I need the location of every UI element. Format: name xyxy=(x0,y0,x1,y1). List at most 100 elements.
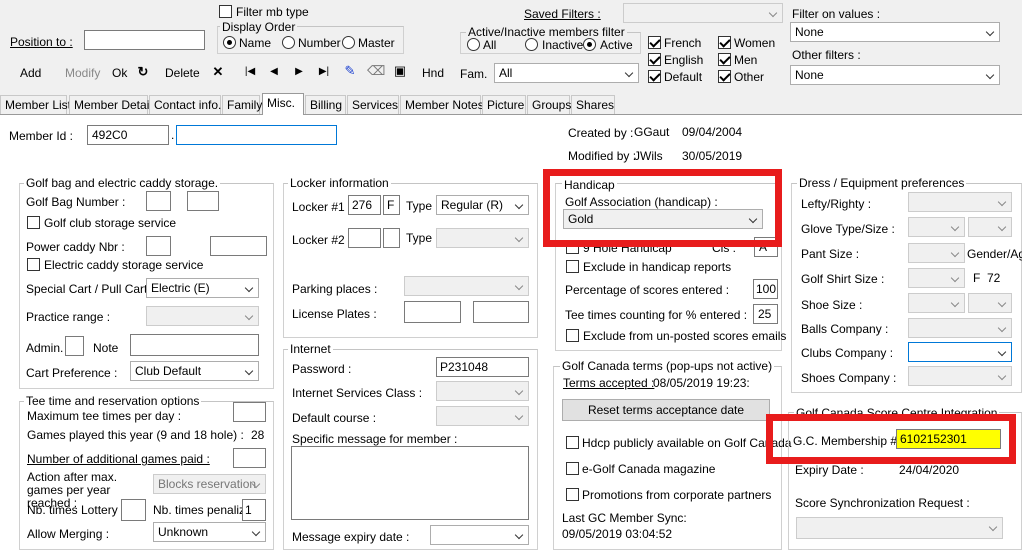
specific-message-textarea[interactable] xyxy=(291,446,529,520)
clear-icon[interactable]: ⌫ xyxy=(367,64,385,78)
tab-shares[interactable]: Shares xyxy=(571,95,615,114)
first-record-icon[interactable]: |◀ xyxy=(243,65,257,79)
plates-input-2[interactable] xyxy=(473,301,529,323)
score-sync-dropdown[interactable] xyxy=(796,517,1003,539)
cart-preference-dropdown[interactable]: Club Default xyxy=(130,361,259,381)
parking-dropdown[interactable] xyxy=(404,276,529,296)
refresh-icon[interactable]: ↻ xyxy=(136,65,150,79)
type1-dropdown[interactable]: Regular (R) xyxy=(436,195,529,215)
tab-misc[interactable]: Misc. xyxy=(262,93,304,115)
action-after-dropdown[interactable]: Blocks reservation xyxy=(153,474,266,494)
golf-bag-number-input-2[interactable] xyxy=(187,191,219,211)
fam-dropdown[interactable]: All xyxy=(494,63,639,83)
id-card-icon[interactable]: ▣ xyxy=(392,64,408,78)
shoe-width-dropdown[interactable] xyxy=(968,293,1012,313)
locker1-f-input[interactable]: F xyxy=(383,195,400,215)
sex-women-checkbox[interactable] xyxy=(718,36,731,49)
filter-all-radio[interactable] xyxy=(467,38,480,51)
balls-company-dropdown[interactable] xyxy=(908,318,1012,338)
allow-merging-dropdown[interactable]: Unknown xyxy=(153,522,266,542)
lefty-dropdown[interactable] xyxy=(908,192,1012,212)
position-to-input[interactable] xyxy=(84,30,205,50)
filter-active-radio[interactable] xyxy=(583,38,596,51)
close-icon[interactable]: ✕ xyxy=(211,65,225,79)
tab-groups[interactable]: Groups xyxy=(527,95,571,114)
clubs-company-label: Clubs Company : xyxy=(801,346,894,360)
type2-dropdown[interactable] xyxy=(436,228,529,248)
password-input[interactable]: P231048 xyxy=(436,357,529,377)
shoes-company-dropdown[interactable] xyxy=(908,366,1012,386)
filter-inactive-label: Inactive xyxy=(542,38,584,52)
clubs-company-dropdown[interactable] xyxy=(908,342,1012,362)
default-course-dropdown[interactable] xyxy=(436,406,529,426)
tab-family[interactable]: Family xyxy=(222,95,262,114)
message-expiry-dropdown[interactable] xyxy=(430,525,529,545)
additional-games-input[interactable] xyxy=(233,448,266,468)
reset-terms-button[interactable]: Reset terms acceptance date xyxy=(562,399,770,421)
lang-french-checkbox[interactable] xyxy=(648,36,661,49)
special-cart-dropdown[interactable]: Electric (E) xyxy=(146,278,259,298)
add-button[interactable]: Add xyxy=(20,66,41,80)
pct-scores-input[interactable]: 100 xyxy=(753,279,778,299)
locker1-input[interactable]: 276 xyxy=(348,195,381,215)
power-caddy-input[interactable] xyxy=(146,236,171,256)
order-master-radio[interactable] xyxy=(342,36,355,49)
promotions-checkbox[interactable] xyxy=(566,488,579,501)
golf-bag-number-input[interactable] xyxy=(146,191,171,211)
shirt-size-dropdown[interactable] xyxy=(908,268,965,288)
default-course-label: Default course : xyxy=(292,411,377,425)
saved-filters-dropdown[interactable] xyxy=(623,3,783,23)
admin-input[interactable] xyxy=(65,336,84,356)
practice-range-dropdown[interactable] xyxy=(146,306,259,326)
sex-other-checkbox[interactable] xyxy=(718,70,731,83)
shoe-size-dropdown[interactable] xyxy=(908,293,965,313)
tab-billing[interactable]: Billing xyxy=(305,95,346,114)
exclude-reports-checkbox[interactable] xyxy=(566,260,579,273)
exclude-unposted-checkbox[interactable] xyxy=(566,329,579,342)
glove-size-dropdown[interactable] xyxy=(968,217,1012,237)
filter-inactive-radio[interactable] xyxy=(525,38,538,51)
hnd-button[interactable]: Hnd xyxy=(422,66,444,80)
lang-default-checkbox[interactable] xyxy=(648,70,661,83)
tab-member-list[interactable]: Member List xyxy=(0,95,71,114)
tee-times-pct-input[interactable]: 25 xyxy=(753,304,778,324)
member-id-suffix-input[interactable] xyxy=(176,125,337,145)
member-id-input[interactable]: 492C0 xyxy=(87,125,169,145)
glove-type-dropdown[interactable] xyxy=(908,217,965,237)
tab-member-notes[interactable]: Member Notes xyxy=(400,95,484,114)
last-record-icon[interactable]: ▶| xyxy=(317,65,331,79)
locker2-input[interactable] xyxy=(348,228,381,248)
next-record-icon[interactable]: ▶ xyxy=(293,65,305,79)
ok-button[interactable]: Ok xyxy=(112,66,127,80)
tab-picture[interactable]: Picture xyxy=(482,95,526,114)
penalize-input[interactable]: 1 xyxy=(242,499,266,521)
max-tee-times-input[interactable] xyxy=(233,402,266,422)
filter-mb-type-checkbox[interactable] xyxy=(219,5,232,18)
club-storage-checkbox[interactable] xyxy=(27,216,40,229)
edit-note-icon[interactable]: ✎ xyxy=(342,64,358,78)
power-caddy-input-2[interactable] xyxy=(210,236,267,256)
tab-services[interactable]: Services xyxy=(347,95,399,114)
modify-button[interactable]: Modify xyxy=(65,66,100,80)
emagazine-checkbox[interactable] xyxy=(566,462,579,475)
hdcp-public-checkbox[interactable] xyxy=(566,436,579,449)
internet-class-dropdown[interactable] xyxy=(436,381,529,401)
other-filters-dropdown[interactable]: None xyxy=(790,65,1000,85)
lottery-input[interactable] xyxy=(121,499,146,521)
order-name-radio[interactable] xyxy=(223,36,236,49)
delete-button[interactable]: Delete xyxy=(165,66,200,80)
plates-input-1[interactable] xyxy=(404,301,461,323)
tab-contact-info[interactable]: Contact info. xyxy=(149,95,221,114)
tab-member-detail[interactable]: Member Detail xyxy=(69,95,152,114)
filter-on-values-dropdown[interactable]: None xyxy=(790,22,1000,42)
order-number-radio[interactable] xyxy=(282,36,295,49)
locker2-f-input[interactable] xyxy=(383,228,400,248)
pant-size-dropdown[interactable] xyxy=(908,243,965,263)
electric-storage-checkbox[interactable] xyxy=(27,258,40,271)
club-storage-label: Golf club storage service xyxy=(44,216,177,230)
lang-english-checkbox[interactable] xyxy=(648,53,661,66)
additional-games-label[interactable]: Number of additional games paid : xyxy=(27,452,210,466)
note-input[interactable] xyxy=(130,334,259,356)
prev-record-icon[interactable]: ◀ xyxy=(268,65,280,79)
sex-men-checkbox[interactable] xyxy=(718,53,731,66)
